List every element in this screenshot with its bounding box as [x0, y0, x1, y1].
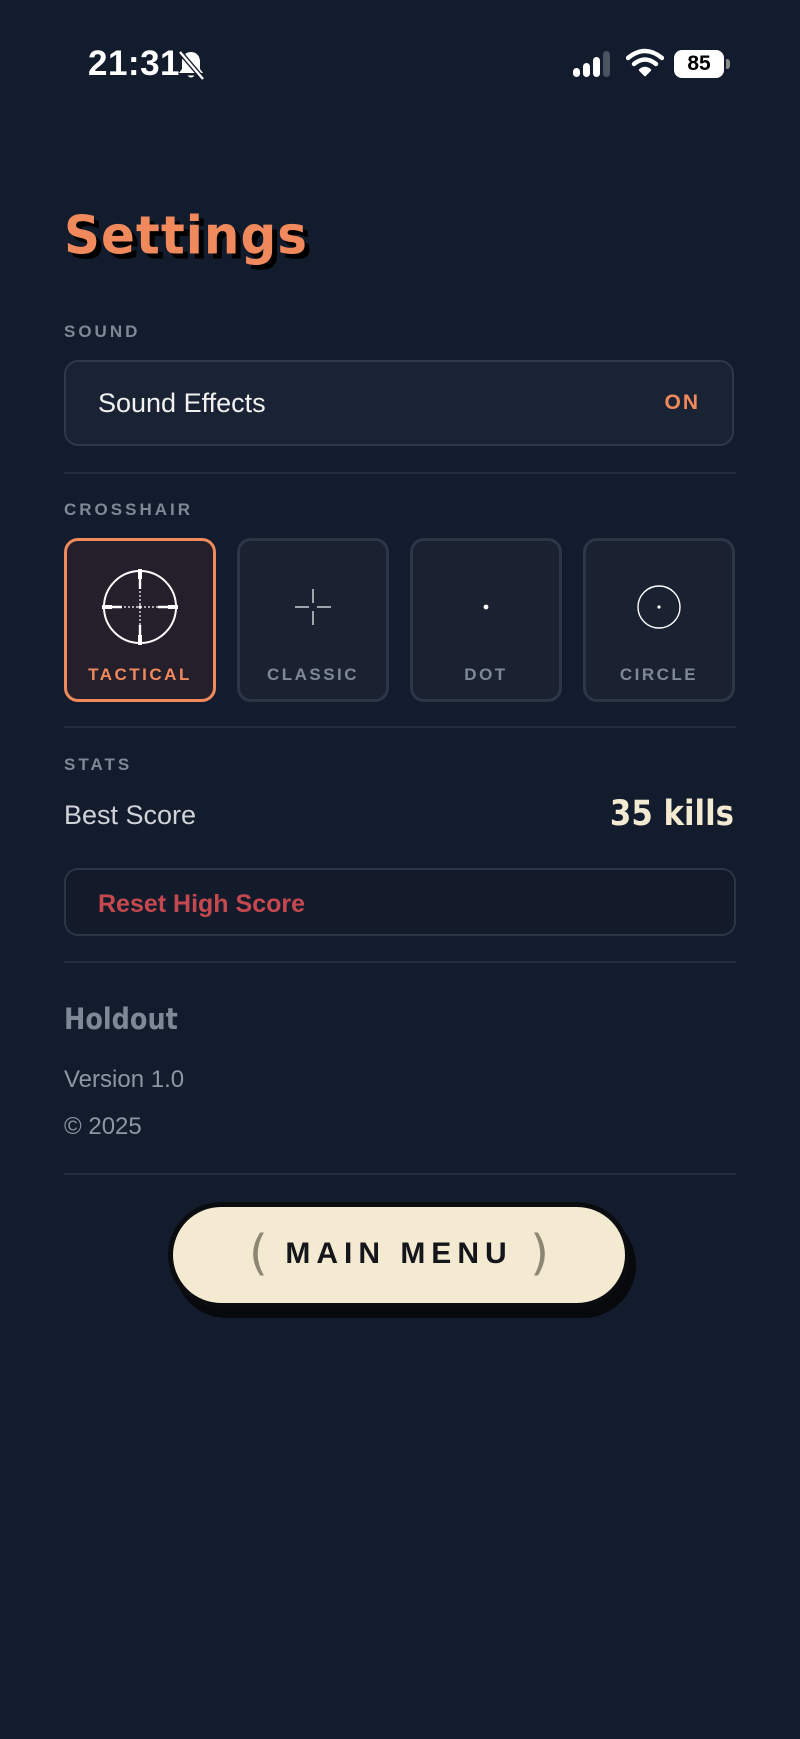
- sound-effects-toggle[interactable]: Sound Effects ON: [64, 360, 734, 446]
- crosshair-option-dot[interactable]: DOT: [410, 538, 562, 702]
- bell-slash-icon: [178, 50, 205, 81]
- divider: [64, 961, 736, 963]
- crosshair-option-circle[interactable]: CIRCLE: [583, 538, 735, 702]
- reset-high-score-button[interactable]: Reset High Score: [64, 868, 736, 936]
- settings-screen: 21:31 85 Settings SOUND Sound Effects ON: [0, 0, 800, 1739]
- signal-icon: [573, 51, 610, 77]
- circle-crosshair-icon: [637, 585, 681, 629]
- crosshair-option-label: CLASSIC: [266, 665, 360, 684]
- main-menu-label: MAIN MENU: [285, 1237, 513, 1270]
- crosshair-option-tactical[interactable]: TACTICAL: [64, 538, 216, 702]
- copyright: © 2025: [64, 1113, 142, 1140]
- app-name: Holdout: [64, 1002, 178, 1036]
- best-score-value: 35 kills: [609, 794, 734, 834]
- status-time: 21:31: [88, 44, 181, 83]
- divider: [64, 1173, 736, 1175]
- app-version: Version 1.0: [64, 1066, 185, 1093]
- crosshair-option-classic[interactable]: CLASSIC: [237, 538, 389, 702]
- crosshair-option-label: CIRCLE: [619, 665, 699, 684]
- divider: [64, 726, 736, 728]
- battery-nub: [726, 59, 730, 69]
- dot-crosshair-icon: [483, 604, 489, 610]
- divider: [64, 472, 736, 474]
- stats-section-label: STATS: [64, 755, 133, 774]
- sound-effects-value: ON: [664, 391, 700, 414]
- right-bracket-icon: ): [530, 1225, 549, 1281]
- page-title: Settings: [64, 205, 309, 266]
- classic-crosshair-icon: [295, 589, 331, 625]
- tactical-crosshair-icon: [102, 569, 178, 645]
- battery-level: 85: [674, 50, 724, 78]
- best-score-label: Best Score: [64, 800, 197, 830]
- battery-icon: 85: [674, 50, 730, 78]
- sound-section-label: SOUND: [64, 322, 141, 341]
- main-menu-button[interactable]: ( MAIN MENU ): [168, 1202, 630, 1308]
- crosshair-option-label: DOT: [464, 665, 508, 684]
- crosshair-section-label: CROSSHAIR: [64, 500, 194, 519]
- reset-high-score-label: Reset High Score: [98, 890, 306, 918]
- sound-effects-label: Sound Effects: [98, 388, 266, 418]
- status-bar: 21:31 85: [0, 0, 800, 130]
- crosshair-option-label: TACTICAL: [88, 665, 192, 684]
- wifi-icon: [626, 48, 664, 77]
